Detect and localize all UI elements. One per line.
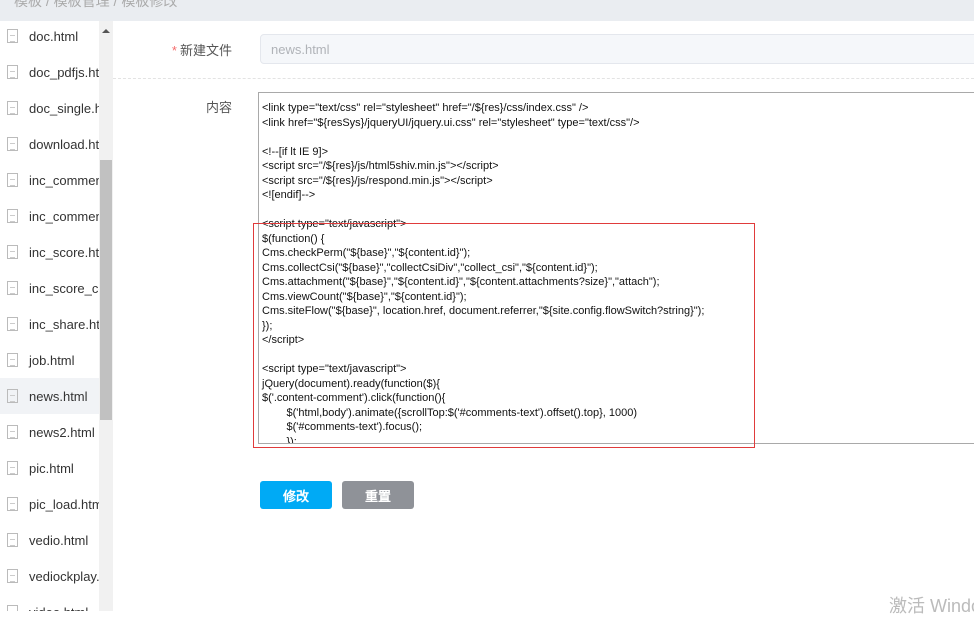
code-line: <script src="/${res}/js/respond.min.js">… [262, 174, 493, 187]
file-icon [7, 65, 18, 79]
file-item[interactable]: video.html [0, 594, 99, 611]
file-icon [7, 29, 18, 43]
file-name: video.html [29, 605, 88, 612]
file-icon [7, 209, 18, 223]
file-name: vedio.html [29, 532, 89, 548]
file-name: inc_score.html [29, 244, 99, 260]
file-item[interactable]: pic.html [0, 450, 99, 486]
file-item[interactable]: doc.html [0, 21, 99, 54]
file-icon [7, 137, 18, 151]
file-name: news2.html [29, 424, 95, 440]
filename-label: * 新建文件 [171, 43, 232, 58]
file-name: inc_comment_list.html [29, 208, 99, 224]
file-list: doc.html doc_pdfjs.html doc_single.htmldow… [0, 21, 113, 611]
breadcrumb-item[interactable]: 模板管理 [54, 0, 110, 9]
file-icon [7, 173, 18, 187]
code-line: <link href="${resSys}/jqueryUI/jquery.ui… [262, 116, 640, 129]
file-name: pic_load.html [29, 496, 99, 512]
file-icon [7, 569, 18, 583]
file-icon [7, 425, 18, 439]
file-name: doc_single.html [29, 100, 99, 116]
file-name: job.html [29, 352, 75, 368]
file-name: pic.html [29, 460, 74, 476]
code-line: <script src="/${res}/js/html5shiv.min.js… [262, 160, 499, 172]
file-item[interactable]: inc_comment.html [0, 162, 99, 198]
breadcrumb-item[interactable]: 模板 [14, 0, 42, 9]
file-item[interactable]: job.html [0, 342, 99, 378]
file-icon [7, 245, 18, 259]
scroll-up-arrow-icon[interactable] [102, 29, 110, 33]
activation-watermark: 激活 Windows [889, 596, 974, 616]
file-icon [7, 389, 18, 403]
top-bar: 模板 / 模板管理 / 模板修改 [0, 0, 974, 21]
file-name: news.html [29, 388, 88, 404]
file-name: vediockplay.html [29, 568, 99, 584]
code-line: <![endif]--> [262, 189, 316, 201]
divider [113, 78, 974, 79]
file-item[interactable]: download.html [0, 126, 99, 162]
file-item[interactable]: doc_single.html [0, 90, 99, 126]
file-item[interactable]: inc_score_common.html [0, 270, 99, 306]
breadcrumb-item: 模板修改 [121, 0, 178, 9]
scrollbar[interactable] [99, 21, 113, 611]
file-item[interactable]: inc_score.html [0, 234, 99, 270]
code-line: <!--[if lt IE 9]> [262, 145, 329, 158]
file-icon [7, 605, 18, 611]
file-item[interactable]: vedio.html [0, 522, 99, 558]
file-item[interactable]: vediockplay.html [0, 558, 99, 594]
file-icon [7, 353, 18, 367]
file-item[interactable]: inc_share.html [0, 306, 99, 342]
submit-button[interactable]: 修改 [260, 481, 332, 509]
reset-button[interactable]: 重置 [342, 481, 414, 509]
file-item[interactable]: pic_load.html [0, 486, 99, 522]
file-item[interactable]: doc_pdfjs.html [0, 54, 99, 90]
file-icon [7, 533, 18, 547]
file-icon [7, 317, 18, 331]
highlight-box [253, 223, 755, 448]
file-name: inc_share.html [29, 316, 99, 332]
scrollbar-thumb[interactable] [100, 160, 112, 420]
file-icon [7, 101, 18, 115]
file-name: inc_comment.html [29, 172, 99, 188]
file-name: doc_pdfjs.html [29, 64, 99, 80]
code-line: <link type="text/css" rel="stylesheet" h… [262, 102, 589, 114]
file-item[interactable]: news2.html [0, 414, 99, 450]
file-item[interactable]: inc_comment_list.html [0, 198, 99, 234]
file-name: doc.html [29, 28, 79, 44]
file-icon [7, 281, 18, 295]
filename-input[interactable]: news.html [260, 34, 974, 64]
file-name: download.html [29, 136, 99, 152]
file-item[interactable]: news.html [0, 378, 99, 414]
breadcrumb: 模板 / 模板管理 / 模板修改 [14, 0, 177, 11]
content-label: 内容 [205, 100, 232, 115]
file-name: inc_score_common.html [29, 280, 99, 296]
file-icon [7, 497, 18, 511]
file-icon [7, 461, 18, 475]
